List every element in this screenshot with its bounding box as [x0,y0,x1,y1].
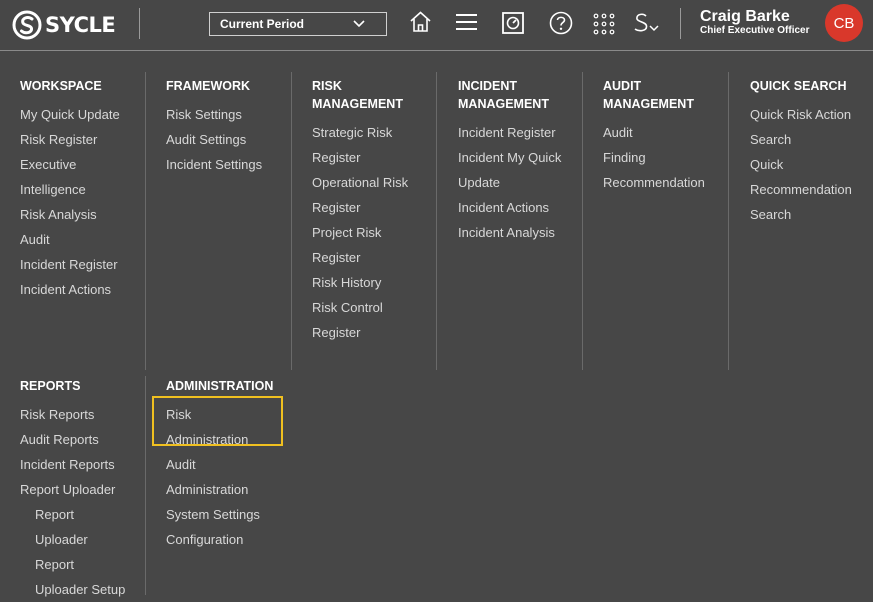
sycle-logo-icon [12,10,42,40]
menu-item[interactable]: Update [458,170,598,195]
menu-item[interactable]: Search [750,202,870,227]
top-header: SYCLE Current Period Craig Barke Chief E… [0,0,873,51]
heading-line: MANAGEMENT [312,97,403,111]
menu-item[interactable]: Recommendation [750,177,870,202]
menu-item[interactable]: Administration [166,477,306,502]
menu-item[interactable]: Report Uploader [20,477,160,502]
heading-line: MANAGEMENT [458,97,549,111]
period-select[interactable]: Current Period [209,12,387,36]
menu-item[interactable]: Executive [20,152,160,177]
menu-column-audit-management: AUDIT MANAGEMENT Audit Finding Recommend… [603,77,743,195]
home-icon[interactable] [408,10,433,34]
menu-item[interactable]: Register [312,145,452,170]
menu-column-framework: FRAMEWORK Risk Settings Audit Settings I… [166,77,306,177]
menu-sub-item[interactable]: Report [20,502,160,527]
header-divider [139,8,140,39]
sycle-switch-icon[interactable] [633,12,661,36]
user-role: Chief Executive Officer [700,25,810,36]
menu-item[interactable]: Incident Analysis [458,220,598,245]
menu-item[interactable]: Risk Register [20,127,160,152]
menu-item[interactable]: Audit [166,452,306,477]
menu-heading-quick-search: QUICK SEARCH [750,79,847,93]
apps-grid-icon[interactable] [593,13,615,35]
menu-sub-item[interactable]: Uploader Setup [20,577,160,602]
menu-heading-framework: FRAMEWORK [166,79,251,93]
menu-heading-incident-management: INCIDENT MANAGEMENT [458,77,598,113]
header-divider [680,8,681,39]
menu-item[interactable]: Register [312,320,452,345]
avatar[interactable]: CB [825,4,863,42]
menu-item[interactable]: Recommendation [603,170,743,195]
period-select-value: Current Period [220,17,305,31]
menu-item[interactable]: Configuration [166,527,306,552]
menu-item[interactable]: Audit Reports [20,427,160,452]
menu-item[interactable]: Incident My Quick [458,145,598,170]
menu-sub-item[interactable]: Uploader [20,527,160,552]
menu-item[interactable]: Risk Reports [20,402,160,427]
menu-item[interactable]: Incident Settings [166,152,306,177]
menu-column-quick-search: QUICK SEARCH Quick Risk Action Search Qu… [750,77,870,227]
menu-heading-workspace: WORKSPACE [20,79,102,93]
menu-heading-audit-management: AUDIT MANAGEMENT [603,77,743,113]
menu-item[interactable]: Register [312,245,452,270]
sycle-logo[interactable]: SYCLE [12,8,116,42]
menu-item[interactable]: System Settings [166,502,306,527]
menu-column-reports: REPORTS Risk Reports Audit Reports Incid… [20,377,160,602]
menu-column-risk-management: RISK MANAGEMENT Strategic Risk Register … [312,77,452,345]
menu-item[interactable]: Search [750,127,870,152]
menu-item[interactable]: Audit Settings [166,127,306,152]
menu-sub-item[interactable]: Report [20,552,160,577]
menu-item[interactable]: Register [312,195,452,220]
heading-line: MANAGEMENT [603,97,694,111]
menu-item[interactable]: Operational Risk [312,170,452,195]
heading-line: INCIDENT [458,79,518,93]
menu-item[interactable]: Incident Actions [458,195,598,220]
menu-item[interactable]: Strategic Risk [312,120,452,145]
menu-column-incident-management: INCIDENT MANAGEMENT Incident Register In… [458,77,598,245]
menu-item[interactable]: Quick [750,152,870,177]
dashboard-icon[interactable] [501,11,525,35]
menu-item[interactable]: Project Risk [312,220,452,245]
chevron-down-icon [353,20,365,28]
brand-name: SYCLE [45,13,116,37]
menu-heading-reports: REPORTS [20,379,81,393]
menu-item[interactable]: Risk Settings [166,102,306,127]
menu-item[interactable]: Intelligence [20,177,160,202]
menu-item[interactable]: Audit [603,120,743,145]
heading-line: AUDIT [603,79,642,93]
menu-icon[interactable] [455,12,478,32]
menu-item[interactable]: Incident Reports [20,452,160,477]
menu-item[interactable]: Risk History [312,270,452,295]
menu-item[interactable]: Quick Risk Action [750,102,870,127]
help-icon[interactable] [549,11,573,35]
menu-column-workspace: WORKSPACE My Quick Update Risk Register … [20,77,160,302]
heading-line: RISK [312,79,342,93]
user-name[interactable]: Craig Barke [700,8,790,26]
menu-heading-administration: ADMINISTRATION [166,379,274,393]
highlight-box [152,396,283,446]
menu-item[interactable]: Incident Register [20,252,160,277]
menu-item[interactable]: My Quick Update [20,102,160,127]
menu-item[interactable]: Audit [20,227,160,252]
menu-item[interactable]: Risk Analysis [20,202,160,227]
menu-item[interactable]: Incident Register [458,120,598,145]
menu-item[interactable]: Risk Control [312,295,452,320]
menu-item[interactable]: Finding [603,145,743,170]
menu-item[interactable]: Incident Actions [20,277,160,302]
menu-heading-risk-management: RISK MANAGEMENT [312,77,452,113]
